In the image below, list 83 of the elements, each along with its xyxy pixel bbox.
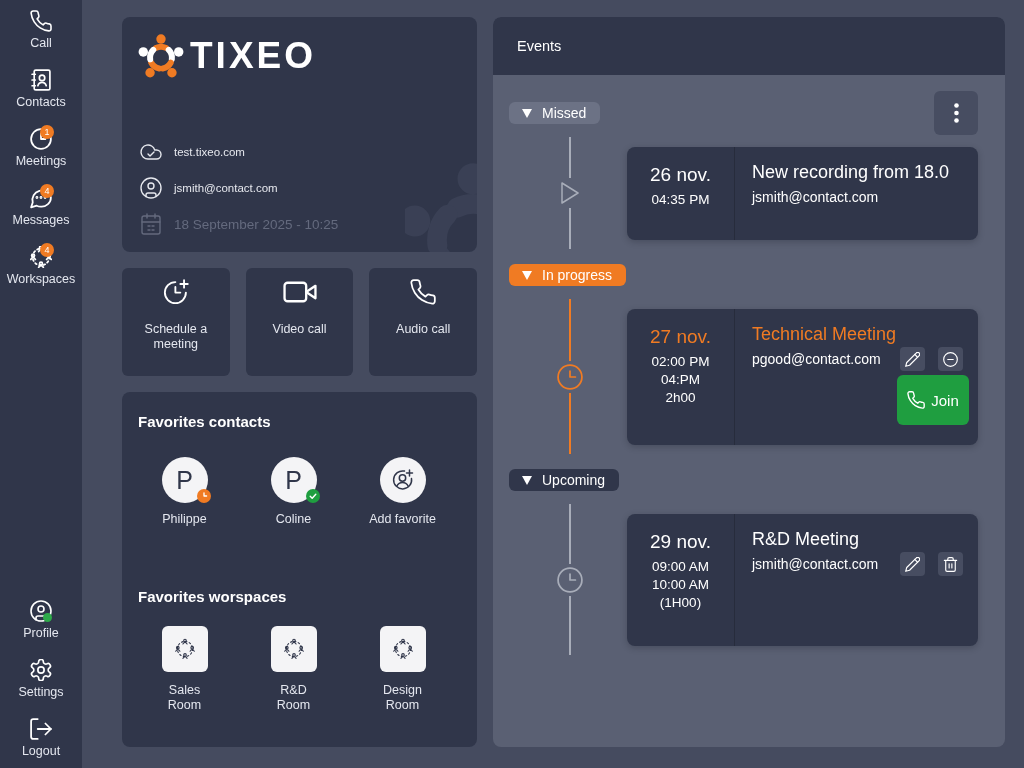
event-date: 26 nov. xyxy=(650,163,711,187)
event-title: New recording from 18.0 xyxy=(752,161,950,184)
event-time: 09:00 AM xyxy=(651,558,709,576)
pencil-icon xyxy=(905,556,920,572)
clock-icon xyxy=(557,363,583,390)
logout-icon xyxy=(30,718,52,740)
clock-icon xyxy=(557,566,583,593)
calendar-icon xyxy=(140,213,162,235)
event-contact: pgood@contact.com xyxy=(752,351,881,367)
event-time: 04:35 PM xyxy=(651,191,710,209)
count-badge: 4 xyxy=(40,184,54,198)
event-time: 10:00 AM xyxy=(651,576,709,594)
add-favorite-button[interactable]: Add favorite xyxy=(369,457,436,527)
section-toggle[interactable]: Upcoming xyxy=(509,469,620,491)
sidebar-item[interactable]: Contacts xyxy=(0,60,82,119)
play-icon xyxy=(561,181,579,205)
favorite-contact[interactable]: P Coline xyxy=(270,457,317,527)
address-book-icon xyxy=(30,69,52,91)
section-title: Favorites contacts xyxy=(138,412,271,432)
user-circle-icon xyxy=(30,600,52,622)
event-contact: jsmith@contact.com xyxy=(752,556,879,572)
pencil-icon xyxy=(905,351,920,367)
clock-icon xyxy=(30,128,52,150)
workspace-icon xyxy=(270,626,317,672)
clock-plus-icon xyxy=(162,279,189,305)
event-date: 29 nov. xyxy=(650,530,711,554)
timeline-line xyxy=(569,504,571,564)
event-title: R&D Meeting xyxy=(752,528,860,551)
cloud-check-icon xyxy=(140,141,162,163)
count-badge: 1 xyxy=(40,125,54,139)
event-title: Technical Meeting xyxy=(752,323,897,346)
server-address: test.tixeo.com xyxy=(174,146,245,158)
more-icon xyxy=(953,103,959,123)
action-tile[interactable]: Audio call xyxy=(369,268,477,376)
section-toggle[interactable]: Missed xyxy=(509,102,601,124)
trash-icon xyxy=(943,556,958,572)
edit-button[interactable] xyxy=(900,347,925,371)
phone-icon xyxy=(410,279,437,305)
sidebar-item[interactable]: Call xyxy=(0,1,82,60)
workspace-icon xyxy=(161,626,208,672)
action-tile[interactable]: Video call xyxy=(245,268,354,376)
panel-title: Events xyxy=(517,38,562,54)
add-user-icon xyxy=(379,457,426,503)
brand-name: TIXEO xyxy=(190,35,317,76)
action-tile[interactable]: Schedule a meeting xyxy=(122,268,230,376)
minus-circle-icon xyxy=(943,351,958,367)
video-camera-icon xyxy=(282,279,317,305)
sidebar-item[interactable]: Logout xyxy=(0,709,82,768)
sidebar-item[interactable]: Profile xyxy=(0,591,82,650)
event-contact: jsmith@contact.com xyxy=(752,189,879,205)
workspace-item[interactable]: Design Room xyxy=(376,626,429,713)
logo-icon xyxy=(138,33,184,78)
settings-icon xyxy=(30,659,52,681)
timeline-line xyxy=(569,137,571,178)
account-email: jsmith@contact.com xyxy=(174,182,278,194)
event-time: 04:PM xyxy=(660,371,700,389)
edit-button[interactable] xyxy=(900,552,925,576)
workspace-icon xyxy=(379,626,426,672)
timeline-line xyxy=(569,595,571,655)
event-date: 27 nov. xyxy=(650,325,711,349)
sidebar-item[interactable]: 4 Messages xyxy=(0,178,82,237)
avatar: P xyxy=(270,457,317,503)
remove-button[interactable] xyxy=(938,347,963,371)
timeline-line xyxy=(569,299,571,361)
user-circle-icon xyxy=(140,177,162,199)
event-time: (1H00) xyxy=(659,594,702,612)
section-title: Favorites worspaces xyxy=(138,587,287,607)
timeline-line xyxy=(569,392,571,454)
delete-button[interactable] xyxy=(938,552,963,576)
sidebar-item[interactable]: Settings xyxy=(0,650,82,709)
workspace-item[interactable]: Sales Room xyxy=(158,626,211,713)
phone-icon xyxy=(30,10,52,32)
sidebar-item[interactable]: 4 Workspaces xyxy=(0,237,82,296)
more-button[interactable] xyxy=(934,91,978,135)
avatar: P xyxy=(161,457,208,503)
count-badge: 4 xyxy=(40,243,54,257)
phone-icon xyxy=(907,391,926,409)
workspace-item[interactable]: R&D Room xyxy=(267,626,320,713)
favorite-contact[interactable]: P Philippe xyxy=(161,457,208,527)
event-time: 2h00 xyxy=(665,389,696,407)
sidebar-item[interactable]: 1 Meetings xyxy=(0,119,82,178)
timeline-line xyxy=(569,208,571,249)
event-time: 02:00 PM xyxy=(651,353,710,371)
